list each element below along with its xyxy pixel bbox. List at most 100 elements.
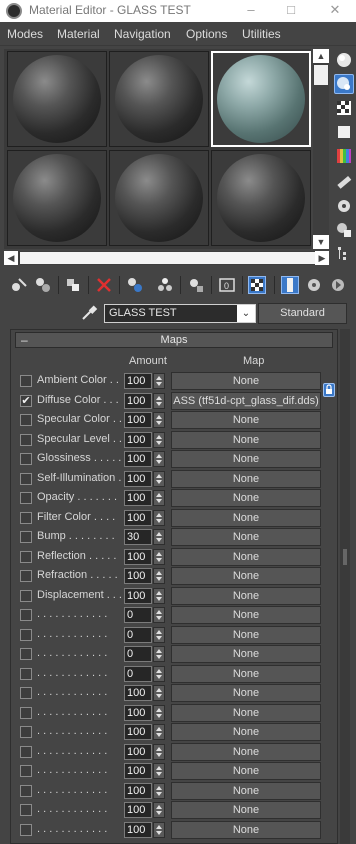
map-amount-field[interactable]: 100 — [124, 412, 152, 428]
go-to-parent-icon[interactable] — [305, 276, 323, 294]
scroll-right-icon[interactable]: ▶ — [315, 251, 329, 265]
scroll-down-icon[interactable]: ▼ — [313, 235, 329, 249]
map-amount-field[interactable]: 100 — [124, 704, 152, 721]
amount-spinner-icon[interactable] — [153, 821, 165, 838]
map-amount-field[interactable]: 100 — [124, 490, 152, 506]
delete-icon[interactable] — [95, 276, 113, 294]
map-enable-checkbox[interactable] — [20, 745, 32, 758]
background-icon[interactable] — [334, 98, 354, 118]
map-enable-checkbox[interactable] — [20, 531, 32, 543]
make-copy-icon[interactable] — [126, 276, 144, 294]
map-amount-field[interactable]: 100 — [124, 763, 152, 779]
sample-slot-6[interactable] — [211, 150, 311, 246]
map-enable-checkbox[interactable] — [20, 823, 32, 836]
map-slot-button[interactable]: None — [171, 372, 321, 390]
map-amount-field[interactable]: 100 — [124, 470, 152, 487]
select-by-material-icon[interactable] — [334, 220, 354, 240]
map-enable-checkbox[interactable] — [20, 570, 32, 582]
scroll-thumb[interactable] — [314, 65, 328, 85]
amount-spinner-icon[interactable] — [153, 490, 165, 506]
map-enable-checkbox[interactable] — [20, 804, 32, 816]
map-slot-button[interactable]: None — [171, 645, 321, 663]
assign-to-selection-icon[interactable] — [64, 276, 82, 294]
map-amount-field[interactable]: 100 — [124, 782, 152, 799]
map-slot-button[interactable]: None — [171, 664, 321, 683]
scroll-up-icon[interactable]: ▲ — [313, 49, 329, 63]
options-icon[interactable] — [334, 196, 354, 216]
map-amount-field[interactable]: 100 — [124, 392, 152, 409]
map-enable-checkbox[interactable] — [20, 453, 32, 465]
map-enable-checkbox[interactable] — [20, 609, 32, 621]
map-slot-button[interactable]: None — [171, 801, 321, 819]
map-amount-field[interactable]: 100 — [124, 509, 152, 526]
map-slot-button[interactable]: None — [171, 625, 321, 644]
map-enable-checkbox[interactable] — [20, 589, 32, 602]
amount-spinner-icon[interactable] — [153, 607, 165, 623]
map-amount-field[interactable]: 100 — [124, 451, 152, 467]
amount-spinner-icon[interactable] — [153, 373, 165, 389]
map-slot-button[interactable]: None — [171, 684, 321, 702]
amount-spinner-icon[interactable] — [153, 529, 165, 545]
amount-spinner-icon[interactable] — [153, 451, 165, 467]
lock-icon[interactable] — [323, 383, 335, 397]
amount-spinner-icon[interactable] — [153, 782, 165, 799]
map-slot-button[interactable]: None — [171, 762, 321, 780]
map-slot-button[interactable]: None — [171, 820, 321, 839]
map-enable-checkbox[interactable] — [20, 706, 32, 719]
material-navigator-icon[interactable] — [334, 244, 354, 264]
map-amount-field[interactable]: 100 — [124, 685, 152, 701]
sample-slot-5[interactable] — [109, 150, 209, 246]
map-amount-field[interactable]: 100 — [124, 821, 152, 838]
map-amount-field[interactable]: 0 — [124, 626, 152, 643]
amount-spinner-icon[interactable] — [153, 568, 165, 584]
show-end-result-icon[interactable] — [281, 276, 299, 294]
close-icon[interactable]: ✕ — [320, 2, 350, 18]
sample-type-icon[interactable] — [334, 50, 354, 70]
map-enable-checkbox[interactable] — [20, 648, 32, 660]
sample-uv-tiling-icon[interactable] — [334, 122, 354, 142]
amount-spinner-icon[interactable] — [153, 431, 165, 448]
map-enable-checkbox[interactable] — [20, 472, 32, 485]
map-enable-checkbox[interactable] — [20, 784, 32, 797]
scroll-thumb[interactable] — [20, 252, 316, 264]
amount-spinner-icon[interactable] — [153, 548, 165, 565]
map-amount-field[interactable]: 0 — [124, 646, 152, 662]
map-amount-field[interactable]: 100 — [124, 431, 152, 448]
map-amount-field[interactable]: 100 — [124, 548, 152, 565]
menu-modes[interactable]: Modes — [7, 27, 43, 41]
amount-spinner-icon[interactable] — [153, 802, 165, 818]
amount-spinner-icon[interactable] — [153, 743, 165, 760]
amount-spinner-icon[interactable] — [153, 763, 165, 779]
go-forward-icon[interactable] — [329, 276, 347, 294]
map-amount-field[interactable]: 0 — [124, 665, 152, 682]
map-amount-field[interactable]: 100 — [124, 568, 152, 584]
sample-slot-2[interactable] — [109, 51, 209, 147]
chevron-down-icon[interactable]: ⌄ — [237, 305, 255, 322]
map-slot-button[interactable]: None — [171, 508, 321, 527]
map-slot-button[interactable]: None — [171, 742, 321, 761]
map-slot-button[interactable]: None — [171, 489, 321, 507]
map-amount-field[interactable]: 100 — [124, 724, 152, 740]
map-slot-button[interactable]: None — [171, 469, 321, 488]
amount-spinner-icon[interactable] — [153, 685, 165, 701]
map-amount-field[interactable]: 0 — [124, 607, 152, 623]
show-map-icon[interactable] — [248, 276, 266, 294]
map-slot-button[interactable]: None — [171, 723, 321, 741]
map-enable-checkbox[interactable] — [20, 511, 32, 524]
amount-spinner-icon[interactable] — [153, 724, 165, 740]
slots-vertical-scrollbar[interactable]: ▲ ▼ — [313, 49, 329, 249]
map-enable-checkbox[interactable] — [20, 550, 32, 563]
put-to-scene-icon[interactable] — [34, 276, 52, 294]
make-unique-icon[interactable] — [156, 276, 174, 294]
map-slot-button[interactable]: None — [171, 528, 321, 546]
material-type-button[interactable]: Standard — [258, 303, 347, 324]
material-id-icon[interactable]: 0 — [218, 276, 236, 294]
amount-spinner-icon[interactable] — [153, 392, 165, 409]
map-slot-button[interactable]: None — [171, 450, 321, 468]
map-enable-checkbox[interactable] — [20, 492, 32, 504]
map-slot-button[interactable]: None — [171, 567, 321, 585]
map-enable-checkbox[interactable] — [20, 765, 32, 777]
make-preview-icon[interactable] — [334, 172, 354, 192]
rollout-scrollbar[interactable] — [340, 329, 350, 844]
map-amount-field[interactable]: 100 — [124, 802, 152, 818]
